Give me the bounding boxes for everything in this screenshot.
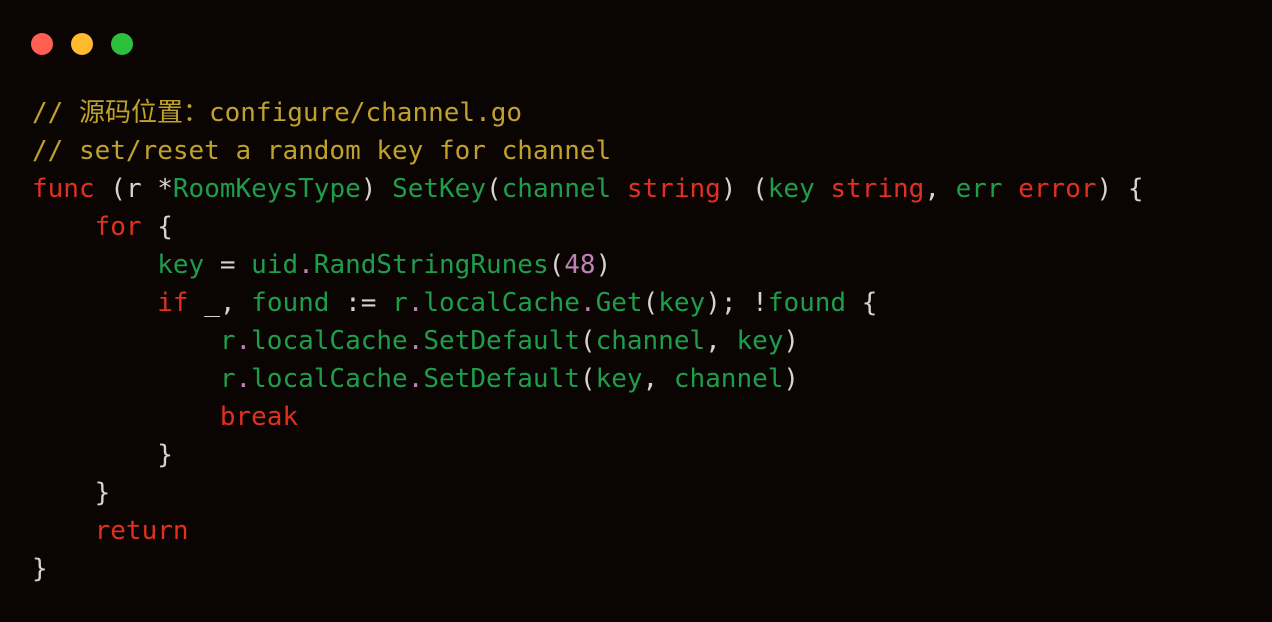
code-token: // set/reset a random key for channel bbox=[32, 136, 612, 166]
code-token: Get bbox=[595, 288, 643, 318]
code-token: , bbox=[642, 364, 674, 394]
code-token: err bbox=[955, 174, 1003, 204]
code-line: // 源码位置：configure/channel.go bbox=[32, 94, 1272, 132]
code-token: . bbox=[407, 326, 424, 356]
code-token: ) bbox=[360, 174, 393, 204]
code-token: for bbox=[94, 212, 142, 242]
code-token: key bbox=[767, 174, 815, 204]
code-token: } bbox=[32, 478, 111, 508]
code-token: r bbox=[392, 288, 408, 318]
code-token: . bbox=[407, 288, 424, 318]
code-token: ) bbox=[783, 326, 800, 356]
code-token: localCache bbox=[423, 288, 580, 318]
code-token: channel bbox=[501, 174, 612, 204]
window-titlebar bbox=[0, 0, 1272, 88]
code-token: uid bbox=[251, 250, 299, 280]
code-token: // 源码位置：configure/channel.go bbox=[32, 98, 523, 128]
code-line: } bbox=[32, 550, 1272, 588]
code-token: } bbox=[32, 554, 48, 584]
code-token: r bbox=[125, 174, 142, 204]
code-token: string bbox=[830, 174, 925, 204]
code-token: key bbox=[595, 364, 643, 394]
code-token: ( bbox=[548, 250, 565, 280]
code-token: key bbox=[736, 326, 784, 356]
code-token: SetDefault bbox=[423, 326, 580, 356]
code-token: key bbox=[157, 250, 205, 280]
code-token: := bbox=[329, 288, 393, 318]
code-token: func bbox=[32, 174, 95, 204]
code-token: _, bbox=[188, 288, 252, 318]
code-token: ( bbox=[579, 364, 596, 394]
code-token: 48 bbox=[564, 250, 596, 280]
code-snippet-window: // 源码位置：configure/channel.go // set/reset… bbox=[0, 0, 1272, 622]
code-line: if _, found := r.localCache.Get(key); !f… bbox=[32, 284, 1272, 322]
code-token: r bbox=[219, 364, 236, 394]
code-token: channel bbox=[595, 326, 706, 356]
close-button[interactable] bbox=[31, 33, 53, 55]
code-token: ( bbox=[579, 326, 596, 356]
code-token: ) bbox=[783, 364, 800, 394]
code-token: r bbox=[219, 326, 236, 356]
code-token: , bbox=[705, 326, 737, 356]
code-token: ( bbox=[642, 288, 659, 318]
code-token: RoomKeysType bbox=[172, 174, 361, 204]
maximize-button[interactable] bbox=[111, 33, 133, 55]
code-token: channel bbox=[673, 364, 784, 394]
code-token: error bbox=[1018, 174, 1097, 204]
code-token: ) ( bbox=[720, 174, 768, 204]
code-token: , bbox=[924, 174, 956, 204]
code-line: r.localCache.SetDefault(channel, key) bbox=[32, 322, 1272, 360]
code-token: . bbox=[235, 326, 252, 356]
minimize-button[interactable] bbox=[71, 33, 93, 55]
code-token: SetKey bbox=[392, 174, 486, 204]
code-token: if bbox=[157, 288, 189, 318]
code-token: . bbox=[235, 364, 252, 394]
code-line: key = uid.RandStringRunes(48) bbox=[32, 246, 1272, 284]
code-block: // 源码位置：configure/channel.go // set/reset… bbox=[32, 94, 1272, 588]
code-token: } bbox=[32, 440, 173, 470]
code-token: break bbox=[219, 402, 299, 432]
code-token: { bbox=[846, 288, 878, 318]
code-token: ); ! bbox=[705, 288, 768, 318]
code-token: found bbox=[251, 288, 330, 318]
code-token: string bbox=[626, 174, 721, 204]
code-token: . bbox=[579, 288, 596, 318]
code-token: ) bbox=[595, 250, 612, 280]
code-token: = bbox=[204, 250, 252, 280]
code-line: break bbox=[32, 398, 1272, 436]
code-token: ( bbox=[110, 174, 126, 204]
code-token: SetDefault bbox=[423, 364, 580, 394]
code-line: for { bbox=[32, 208, 1272, 246]
code-line: return bbox=[32, 512, 1272, 550]
code-token: localCache bbox=[251, 364, 408, 394]
code-token: key bbox=[658, 288, 706, 318]
code-line: // set/reset a random key for channel bbox=[32, 132, 1272, 170]
code-line: } bbox=[32, 474, 1272, 512]
code-token: { bbox=[141, 212, 173, 242]
code-token: . bbox=[407, 364, 424, 394]
code-line: r.localCache.SetDefault(key, channel) bbox=[32, 360, 1272, 398]
code-token: * bbox=[157, 174, 173, 204]
code-token: found bbox=[767, 288, 847, 318]
code-token: ) { bbox=[1096, 174, 1144, 204]
code-token: return bbox=[94, 516, 189, 546]
code-token: . bbox=[298, 250, 314, 280]
code-line: func (r *RoomKeysType) SetKey(channel st… bbox=[32, 170, 1272, 208]
code-line: } bbox=[32, 436, 1272, 474]
code-token: localCache bbox=[251, 326, 408, 356]
code-token: RandStringRunes bbox=[313, 250, 549, 280]
code-token: ( bbox=[485, 174, 502, 204]
